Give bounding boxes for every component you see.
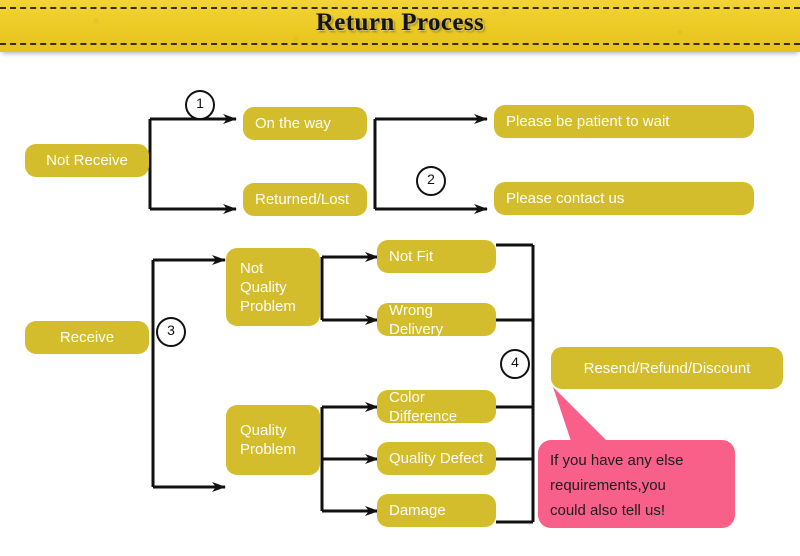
page-banner: Return Process xyxy=(0,0,800,52)
node-not-quality-problem[interactable]: Not Quality Problem xyxy=(226,248,320,326)
node-on-the-way[interactable]: On the way xyxy=(243,107,367,140)
node-not-receive[interactable]: Not Receive xyxy=(25,144,149,177)
node-please-contact-us[interactable]: Please contact us xyxy=(494,182,754,215)
node-resend-refund-discount[interactable]: Resend/Refund/Discount xyxy=(551,347,783,389)
node-not-fit[interactable]: Not Fit xyxy=(377,240,496,273)
banner-dashed-line-bottom xyxy=(0,43,800,45)
node-please-be-patient-to-wait[interactable]: Please be patient to wait xyxy=(494,105,754,138)
node-wrong-delivery[interactable]: Wrong Delivery xyxy=(377,303,496,336)
callout-note: If you have any else requirements,you co… xyxy=(538,440,735,528)
node-receive[interactable]: Receive xyxy=(25,321,149,354)
node-quality-problem[interactable]: Quality Problem xyxy=(226,405,320,475)
badge-step-2: 2 xyxy=(416,166,446,196)
return-process-page: Return Process Not Receive On the way Re… xyxy=(0,0,800,556)
node-color-difference[interactable]: Color Difference xyxy=(377,390,496,423)
node-quality-defect[interactable]: Quality Defect xyxy=(377,442,496,475)
node-damage[interactable]: Damage xyxy=(377,494,496,527)
node-returned-lost[interactable]: Returned/Lost xyxy=(243,183,367,216)
badge-step-4: 4 xyxy=(500,349,530,379)
page-title: Return Process xyxy=(315,9,485,36)
badge-step-3: 3 xyxy=(156,317,186,347)
badge-step-1: 1 xyxy=(185,90,215,120)
flowchart: Not Receive On the way Returned/Lost Ple… xyxy=(0,52,800,556)
